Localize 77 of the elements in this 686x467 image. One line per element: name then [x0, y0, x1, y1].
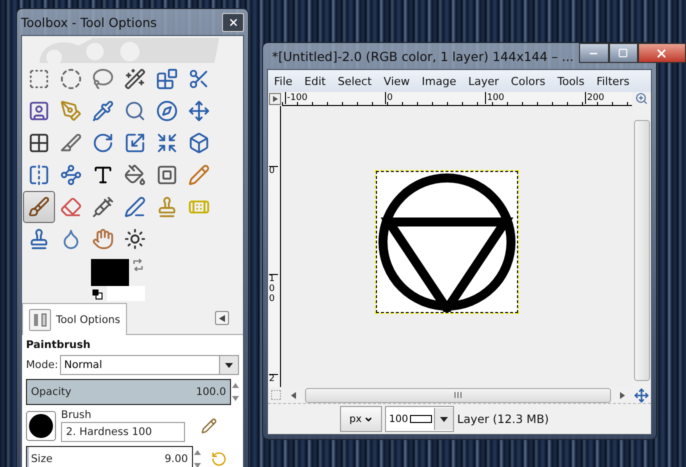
window-title: *[Untitled]-2.0 (RGB color, 1 layer) 144x144 – ... [272, 48, 574, 64]
person-icon [28, 100, 50, 122]
horizontal-scrollbar[interactable] [305, 388, 611, 402]
mode-dropdown[interactable]: Normal [60, 355, 239, 375]
blocks-icon [156, 68, 178, 90]
window-title: Toolbox - Tool Options [21, 14, 158, 30]
left-arrow-icon[interactable] [291, 392, 296, 398]
lasso-icon [92, 68, 114, 90]
menu-item[interactable]: Image [422, 74, 456, 88]
rotate-icon [92, 132, 114, 154]
stamp-icon [156, 196, 178, 218]
menu-item[interactable]: Colors [510, 74, 546, 88]
ruler-label: -100 [285, 92, 308, 104]
move-arrows-icon[interactable] [634, 388, 649, 402]
grip-icon [454, 392, 462, 398]
menu-item[interactable]: Edit [304, 74, 326, 88]
brush-label: Brush [61, 409, 92, 421]
status-text: Layer (12.3 MB) [457, 412, 549, 426]
edit-pencil-icon[interactable] [201, 418, 217, 434]
size-slider[interactable]: Size 9.00 [26, 446, 193, 467]
menu-item[interactable]: Select [338, 74, 372, 88]
sliders-icon [29, 308, 51, 330]
tool-button[interactable] [23, 191, 55, 224]
menu-item[interactable]: Tools [557, 74, 584, 88]
move-arrows-icon [188, 100, 210, 122]
flip-icon [28, 164, 50, 186]
paintbrush-icon [28, 196, 50, 218]
ruler-label: 200 [585, 92, 604, 104]
scissors-icon [188, 68, 210, 90]
right-arrow-icon[interactable] [620, 392, 625, 398]
dashed-ellipse-icon [60, 68, 82, 90]
round-brush-icon [29, 414, 53, 438]
zoom-field[interactable]: 100 [385, 406, 454, 432]
left-triangle-icon [219, 314, 225, 322]
mode-label: Mode: [26, 359, 58, 371]
ruler-label: 100 [485, 92, 504, 104]
close-button[interactable] [638, 43, 686, 63]
brush-preview[interactable] [26, 410, 56, 440]
default-colors-icon[interactable] [92, 289, 103, 300]
letter-icon [92, 164, 114, 186]
menu-item[interactable]: View [384, 74, 410, 88]
foreground-color-swatch[interactable] [91, 259, 129, 286]
close-icon [655, 46, 668, 60]
airbrush-icon [92, 196, 114, 218]
swap-arrows-icon[interactable] [132, 259, 144, 272]
unit-dropdown[interactable]: px [340, 406, 382, 432]
eyedropper-icon [92, 100, 114, 122]
pen-nib-icon [60, 100, 82, 122]
eraser-icon [60, 196, 82, 218]
wand-icon [124, 68, 146, 90]
spin-arrows-icon[interactable] [232, 382, 239, 402]
pencil-icon [188, 164, 210, 186]
dashed-rectangle-icon [28, 68, 50, 90]
opacity-slider[interactable]: Opacity 100.0 [26, 379, 231, 405]
panel-menu-button[interactable] [215, 311, 229, 325]
zoom-icon[interactable] [635, 92, 648, 105]
minimize-button[interactable] [578, 43, 609, 63]
maximize-icon [618, 48, 628, 58]
close-icon [228, 16, 238, 28]
tool-options-tab[interactable]: Tool Options [22, 303, 128, 335]
play-triangle-icon [272, 96, 278, 102]
maximize-button[interactable] [608, 43, 638, 63]
spin-arrows-icon[interactable] [194, 449, 201, 467]
tool-name: Paintbrush [26, 339, 92, 351]
magnifier-icon [124, 100, 146, 122]
compass-icon [156, 100, 178, 122]
menu-item[interactable]: Filters [596, 74, 630, 88]
dropdown-arrow-icon [440, 416, 448, 422]
brush-field[interactable]: 2. Hardness 100 [61, 422, 185, 442]
menu-arrow-button[interactable] [269, 93, 281, 105]
knife-icon [60, 132, 82, 154]
ruler-label: 0 [385, 92, 393, 104]
background-color-swatch[interactable] [107, 286, 145, 302]
dropdown-arrow-icon [225, 362, 233, 368]
menu-item[interactable]: File [274, 74, 292, 88]
menu-item[interactable]: Layer [468, 74, 499, 88]
bucket-icon [124, 164, 146, 186]
